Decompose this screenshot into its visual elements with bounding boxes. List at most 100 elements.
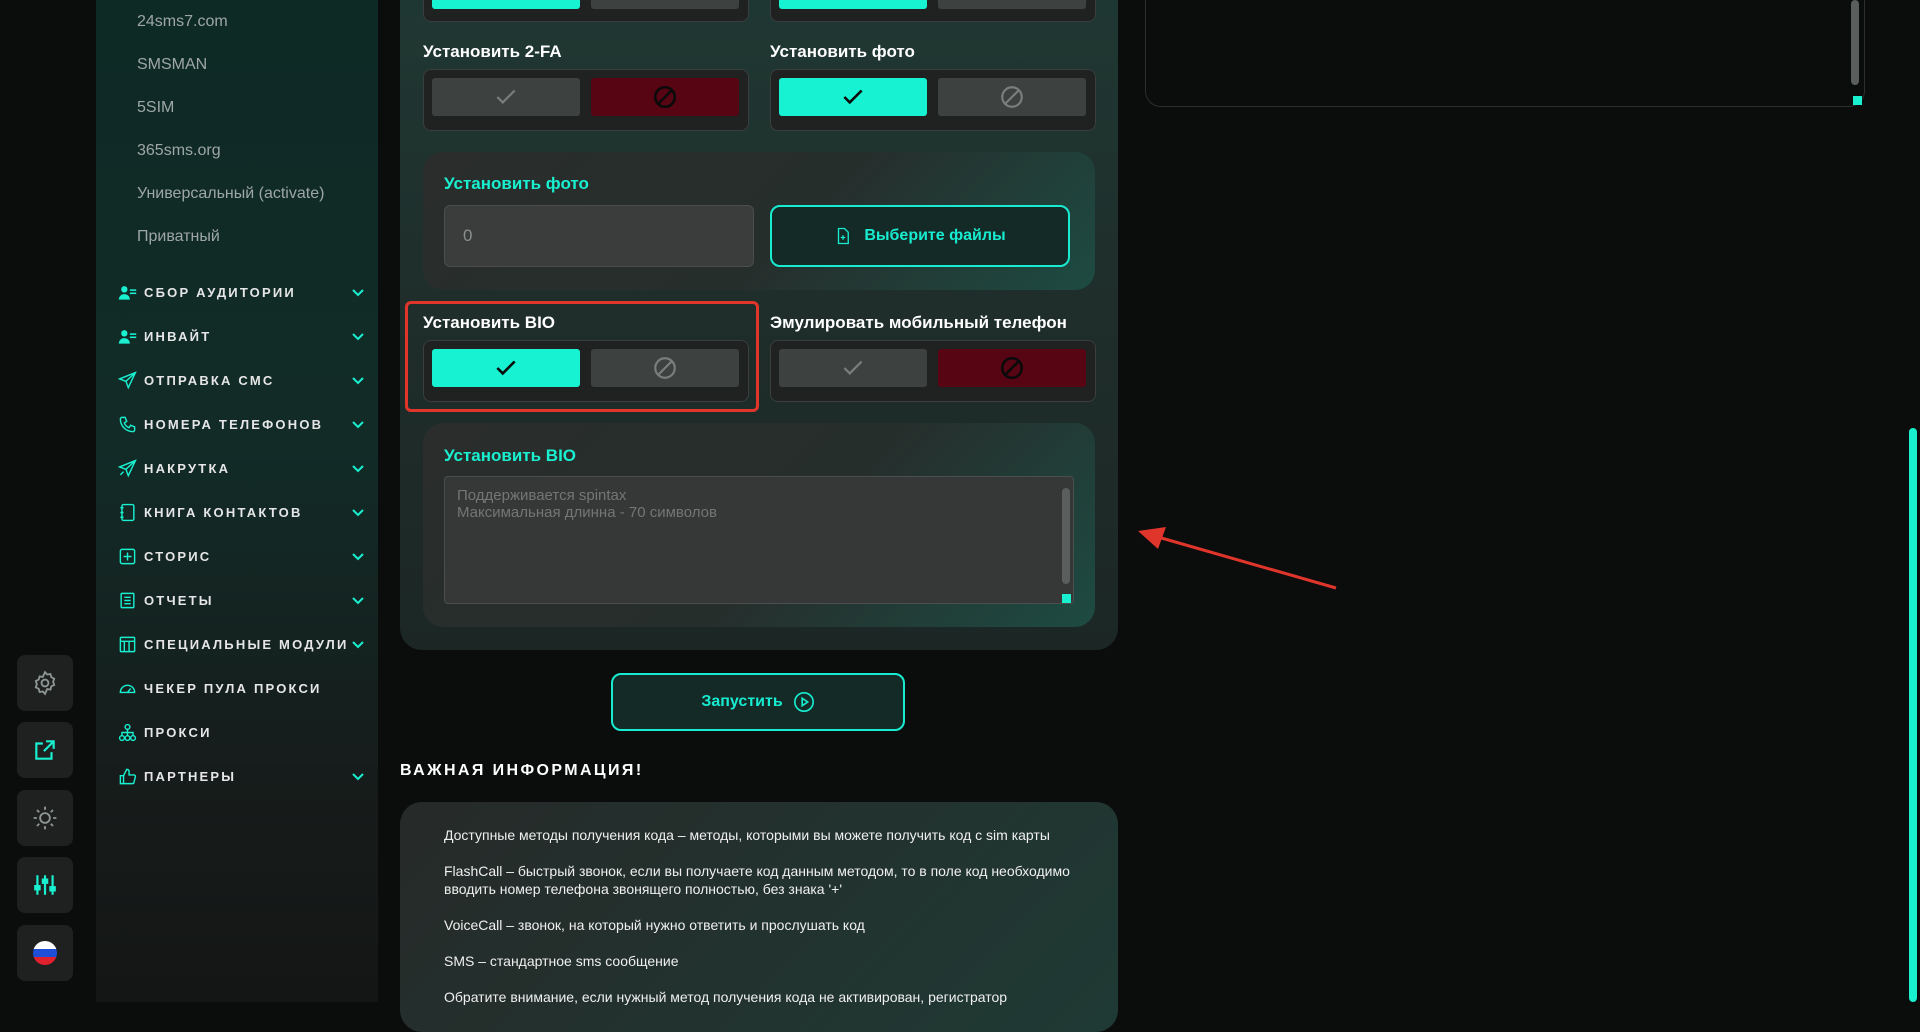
- check-icon: [496, 360, 516, 376]
- plus-square-icon: [116, 545, 138, 567]
- speedometer-icon: [116, 677, 138, 699]
- sidebar-item-label: СБОР АУДИТОРИИ: [144, 284, 296, 300]
- modules-icon: [116, 633, 138, 655]
- sliders-button[interactable]: [17, 857, 73, 913]
- toggle-on-button[interactable]: [432, 0, 580, 9]
- page-scrollbar-thumb[interactable]: [1909, 428, 1917, 1002]
- bio-enable-button[interactable]: [432, 349, 580, 387]
- sidebar-item-sms-send[interactable]: ОТПРАВКА СМС: [116, 369, 366, 391]
- run-button[interactable]: Запустить: [611, 673, 905, 731]
- sidebar-item-proxy-checker[interactable]: ЧЕКЕР ПУЛА ПРОКСИ: [116, 677, 366, 699]
- toggle-on-button[interactable]: [779, 0, 927, 9]
- sidebar-item-label: СПЕЦИАЛЬНЫЕ МОДУЛИ: [144, 636, 349, 652]
- sidebar-item-label: ПАРТНЕРЫ: [144, 768, 237, 784]
- sidebar-item-label: ПРОКСИ: [144, 724, 212, 740]
- sidebar-item-label: ОТЧЕТЫ: [144, 592, 214, 608]
- external-link-icon: [35, 740, 55, 760]
- bio-disable-button[interactable]: [591, 349, 739, 387]
- info-line-flashcall: FlashCall – быстрый звонок, если вы полу…: [444, 863, 1070, 897]
- chevron-down-icon: [352, 553, 364, 561]
- chevron-down-icon: [352, 465, 364, 473]
- info-line-voicecall: VoiceCall – звонок, на который нужно отв…: [444, 917, 865, 933]
- choose-files-label: Выберите файлы: [864, 227, 1006, 244]
- toggle-box-top-left: [423, 0, 749, 22]
- ban-icon: [653, 85, 677, 109]
- photo-toggle-label: Установить фото: [770, 42, 915, 61]
- ban-icon: [1000, 356, 1024, 380]
- sidebar-item-partners[interactable]: ПАРТНЕРЫ: [116, 765, 366, 787]
- chevron-down-icon: [352, 333, 364, 341]
- twofa-enable-button[interactable]: [432, 78, 580, 116]
- toggle-box-top-right: [770, 0, 1096, 22]
- russia-flag-icon: [33, 941, 57, 965]
- sidebar-item-proxy[interactable]: ПРОКСИ: [116, 721, 366, 743]
- sidebar-item-contacts-book[interactable]: КНИГА КОНТАКТОВ: [116, 501, 366, 523]
- users-icon: [116, 281, 138, 303]
- theme-icon: [33, 806, 57, 830]
- sidebar-item-label: ОТПРАВКА СМС: [144, 372, 275, 388]
- toggle-off-button[interactable]: [938, 0, 1086, 9]
- check-icon: [843, 89, 863, 105]
- bio-textarea[interactable]: [444, 476, 1074, 604]
- check-icon: [496, 89, 516, 104]
- bio-toggle-label: Установить BIO: [423, 313, 556, 332]
- report-icon: [116, 589, 138, 611]
- settings-button[interactable]: [17, 655, 73, 711]
- info-line-sms: SMS – стандартное sms сообщение: [444, 953, 679, 969]
- language-button[interactable]: [17, 925, 73, 981]
- sidebar-subitem-private[interactable]: Приватный: [137, 228, 220, 246]
- play-circle-icon: [793, 692, 814, 712]
- info-line-methods: Доступные методы получения кода – методы…: [444, 827, 1050, 843]
- sidebar-item-phone-numbers[interactable]: НОМЕРА ТЕЛЕФОНОВ: [116, 413, 366, 435]
- page-scrollbar-track[interactable]: [1908, 0, 1918, 1002]
- check-icon: [843, 360, 863, 375]
- ban-icon: [654, 357, 676, 379]
- twofa-toggle: [423, 69, 749, 131]
- ban-icon: [1001, 86, 1023, 108]
- chevron-down-icon: [352, 773, 364, 781]
- chevron-down-icon: [352, 377, 364, 385]
- sidebar-item-audience[interactable]: СБОР АУДИТОРИИ: [116, 281, 366, 303]
- sidebar-item-special-modules[interactable]: СПЕЦИАЛЬНЫЕ МОДУЛИ: [116, 633, 366, 655]
- photo-enable-button[interactable]: [779, 78, 927, 116]
- info-heading: ВАЖНАЯ ИНФОРМАЦИЯ!: [400, 762, 644, 779]
- chevron-down-icon: [352, 641, 364, 649]
- sidebar-item-label: ЧЕКЕР ПУЛА ПРОКСИ: [144, 680, 322, 696]
- toggle-off-button[interactable]: [591, 0, 739, 9]
- photo-toggle: [770, 69, 1096, 131]
- emulate-label: Эмулировать мобильный телефон: [770, 313, 1067, 332]
- resize-handle-icon[interactable]: [1062, 594, 1071, 603]
- log-scrollbar[interactable]: [1851, 0, 1859, 85]
- theme-toggle-button[interactable]: [17, 790, 73, 846]
- sidebar-subitem-universal[interactable]: Универсальный (activate): [137, 185, 324, 203]
- twofa-disable-button[interactable]: [591, 78, 739, 116]
- sidebar-subitem-24sms7[interactable]: 24sms7.com: [137, 13, 228, 31]
- run-button-label: Запустить: [701, 693, 783, 710]
- sidebar-subitem-smsman[interactable]: SMSMAN: [137, 56, 207, 74]
- boost-icon: [116, 457, 138, 479]
- sidebar-item-boost[interactable]: НАКРУТКА: [116, 457, 366, 479]
- photo-disable-button[interactable]: [938, 78, 1086, 116]
- emulate-disable-button[interactable]: [938, 349, 1086, 387]
- sidebar-item-stories[interactable]: СТОРИС: [116, 545, 366, 567]
- sidebar-subitem-365sms[interactable]: 365sms.org: [137, 142, 221, 160]
- external-link-button[interactable]: [17, 722, 73, 778]
- sidebar-item-invite[interactable]: ИНВАЙТ: [116, 325, 366, 347]
- bio-scrollbar[interactable]: [1062, 488, 1070, 584]
- photo-count-input[interactable]: 0: [444, 205, 754, 267]
- sidebar-item-reports[interactable]: ОТЧЕТЫ: [116, 589, 366, 611]
- sliders-icon: [34, 875, 56, 895]
- network-icon: [116, 721, 138, 743]
- bio-toggle: [423, 340, 749, 402]
- chevron-down-icon: [352, 421, 364, 429]
- twofa-label: Установить 2-FA: [423, 42, 562, 61]
- emulate-toggle: [770, 340, 1096, 402]
- emulate-enable-button[interactable]: [779, 349, 927, 387]
- send-icon: [116, 369, 138, 391]
- sidebar: 24sms7.com SMSMAN 5SIM 365sms.org Универ…: [96, 0, 378, 1002]
- sidebar-item-label: КНИГА КОНТАКТОВ: [144, 504, 303, 520]
- sidebar-subitem-5sim[interactable]: 5SIM: [137, 99, 174, 117]
- resize-handle-icon[interactable]: [1853, 96, 1862, 105]
- chevron-down-icon: [352, 597, 364, 605]
- choose-files-button[interactable]: Выберите файлы: [770, 205, 1070, 267]
